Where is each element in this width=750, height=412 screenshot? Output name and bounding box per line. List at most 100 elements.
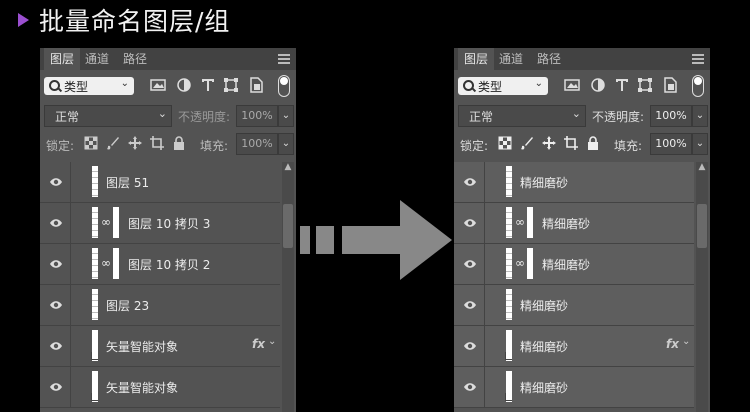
- type-filter-icon[interactable]: [614, 77, 630, 93]
- smart-object-filter-icon[interactable]: [248, 77, 264, 93]
- layer-name[interactable]: 精细磨砂: [520, 379, 568, 396]
- chevron-down-icon: ⌄: [120, 78, 129, 89]
- layer-mask-thumbnail[interactable]: [527, 248, 533, 279]
- layer-scrollbar[interactable]: ▲: [282, 162, 294, 412]
- tab-layers[interactable]: 图层: [458, 48, 494, 70]
- layer-name[interactable]: 图层 23: [106, 297, 149, 314]
- blend-mode-select[interactable]: 正常 ⌄: [458, 105, 586, 127]
- lock-position-move-icon[interactable]: [128, 136, 142, 150]
- adjustment-filter-icon[interactable]: [590, 77, 606, 93]
- layer-effects-fx-icon[interactable]: fx: [252, 337, 265, 351]
- layer-scrollbar[interactable]: ▲: [696, 162, 708, 412]
- search-icon: [49, 80, 60, 91]
- layer-name[interactable]: 精细磨砂: [520, 174, 568, 191]
- fill-input[interactable]: 100%: [236, 133, 278, 155]
- shape-filter-icon[interactable]: [637, 77, 653, 93]
- eye-icon[interactable]: [463, 339, 477, 353]
- eye-icon[interactable]: [49, 380, 63, 394]
- layer-row[interactable]: ∞ 精细磨砂: [454, 203, 694, 244]
- filter-kind-select[interactable]: 类型 ⌄: [44, 77, 134, 95]
- layer-row[interactable]: ∞ 图层 10 拷贝 3: [40, 203, 280, 244]
- layer-name[interactable]: 图层 51: [106, 174, 149, 191]
- lock-all-icon[interactable]: [586, 136, 600, 150]
- tab-channels[interactable]: 通道: [496, 48, 526, 70]
- eye-icon[interactable]: [49, 339, 63, 353]
- smart-object-thumbnail: [91, 330, 98, 361]
- layer-row[interactable]: 图层 51: [40, 162, 280, 203]
- eye-icon[interactable]: [463, 216, 477, 230]
- image-filter-icon[interactable]: [564, 77, 580, 93]
- lock-transparent-icon[interactable]: [498, 136, 512, 150]
- scroll-up-icon[interactable]: ▲: [283, 162, 293, 174]
- layer-name[interactable]: 图层 10 拷贝 2: [128, 256, 210, 273]
- scroll-thumb[interactable]: [697, 204, 707, 248]
- layer-name[interactable]: 精细磨砂: [520, 338, 568, 355]
- layer-name[interactable]: 精细磨砂: [520, 297, 568, 314]
- layer-name[interactable]: 矢量智能对象: [106, 379, 178, 396]
- blend-row: 正常 ⌄ 不透明度: 100% ⌄: [454, 105, 710, 127]
- fill-dropdown[interactable]: ⌄: [692, 133, 708, 155]
- layer-row[interactable]: 矢量智能对象: [40, 367, 280, 408]
- tab-layers[interactable]: 图层: [44, 48, 80, 70]
- tab-channels[interactable]: 通道: [82, 48, 112, 70]
- fill-dropdown[interactable]: ⌄: [278, 133, 294, 155]
- layer-mask-thumbnail[interactable]: [113, 248, 119, 279]
- eye-icon[interactable]: [49, 298, 63, 312]
- layer-name[interactable]: 精细磨砂: [542, 215, 590, 232]
- filter-kind-select[interactable]: 类型 ⌄: [458, 77, 548, 95]
- layer-thumbnail: [506, 289, 512, 320]
- layer-row[interactable]: 图层 23: [40, 285, 280, 326]
- lock-all-icon[interactable]: [172, 136, 186, 150]
- eye-icon[interactable]: [463, 257, 477, 271]
- tab-paths[interactable]: 路径: [534, 48, 564, 70]
- layer-row[interactable]: 矢量智能对象 fx ⌄: [40, 326, 280, 367]
- lock-artboard-crop-icon[interactable]: [564, 136, 578, 150]
- type-filter-icon[interactable]: [200, 77, 216, 93]
- layer-name[interactable]: 精细磨砂: [542, 256, 590, 273]
- smart-object-filter-icon[interactable]: [662, 77, 678, 93]
- lock-transparent-icon[interactable]: [84, 136, 98, 150]
- scroll-thumb[interactable]: [283, 204, 293, 248]
- eye-icon[interactable]: [49, 175, 63, 189]
- filter-toggle[interactable]: [278, 75, 290, 97]
- opacity-dropdown[interactable]: ⌄: [278, 105, 294, 127]
- eye-icon[interactable]: [463, 298, 477, 312]
- opacity-input[interactable]: 100%: [236, 105, 278, 127]
- image-filter-icon[interactable]: [150, 77, 166, 93]
- shape-filter-icon[interactable]: [223, 77, 239, 93]
- eye-icon[interactable]: [463, 380, 477, 394]
- eye-icon[interactable]: [463, 175, 477, 189]
- layer-row[interactable]: ∞ 精细磨砂: [454, 244, 694, 285]
- layer-mask-thumbnail[interactable]: [113, 207, 119, 238]
- opacity-input[interactable]: 100%: [650, 105, 692, 127]
- filter-toggle[interactable]: [692, 75, 704, 97]
- layer-row[interactable]: ∞ 图层 10 拷贝 2: [40, 244, 280, 285]
- opacity-label: 不透明度:: [592, 110, 645, 124]
- chevron-down-icon[interactable]: ⌄: [682, 336, 690, 347]
- eye-icon[interactable]: [49, 216, 63, 230]
- eye-icon[interactable]: [49, 257, 63, 271]
- layer-row[interactable]: 精细磨砂 fx ⌄: [454, 326, 694, 367]
- lock-image-brush-icon[interactable]: [520, 136, 534, 150]
- chevron-down-icon[interactable]: ⌄: [268, 336, 276, 347]
- layer-row[interactable]: 精细磨砂: [454, 162, 694, 203]
- lock-image-brush-icon[interactable]: [106, 136, 120, 150]
- panel-menu-icon[interactable]: [692, 54, 704, 64]
- lock-artboard-crop-icon[interactable]: [150, 136, 164, 150]
- blend-mode-select[interactable]: 正常 ⌄: [44, 105, 172, 127]
- layer-name[interactable]: 图层 10 拷贝 3: [128, 215, 210, 232]
- layer-effects-fx-icon[interactable]: fx: [666, 337, 679, 351]
- layer-row[interactable]: 精细磨砂: [454, 367, 694, 408]
- opacity-dropdown[interactable]: ⌄: [692, 105, 708, 127]
- panel-menu-icon[interactable]: [278, 54, 290, 64]
- scroll-up-icon[interactable]: ▲: [697, 162, 707, 174]
- layer-row[interactable]: 精细磨砂: [454, 285, 694, 326]
- layer-mask-thumbnail[interactable]: [527, 207, 533, 238]
- link-chain-icon: ∞: [515, 256, 525, 270]
- tab-paths[interactable]: 路径: [120, 48, 150, 70]
- adjustment-filter-icon[interactable]: [176, 77, 192, 93]
- lock-position-move-icon[interactable]: [542, 136, 556, 150]
- fill-input[interactable]: 100%: [650, 133, 692, 155]
- layer-name[interactable]: 矢量智能对象: [106, 338, 178, 355]
- search-icon: [463, 80, 474, 91]
